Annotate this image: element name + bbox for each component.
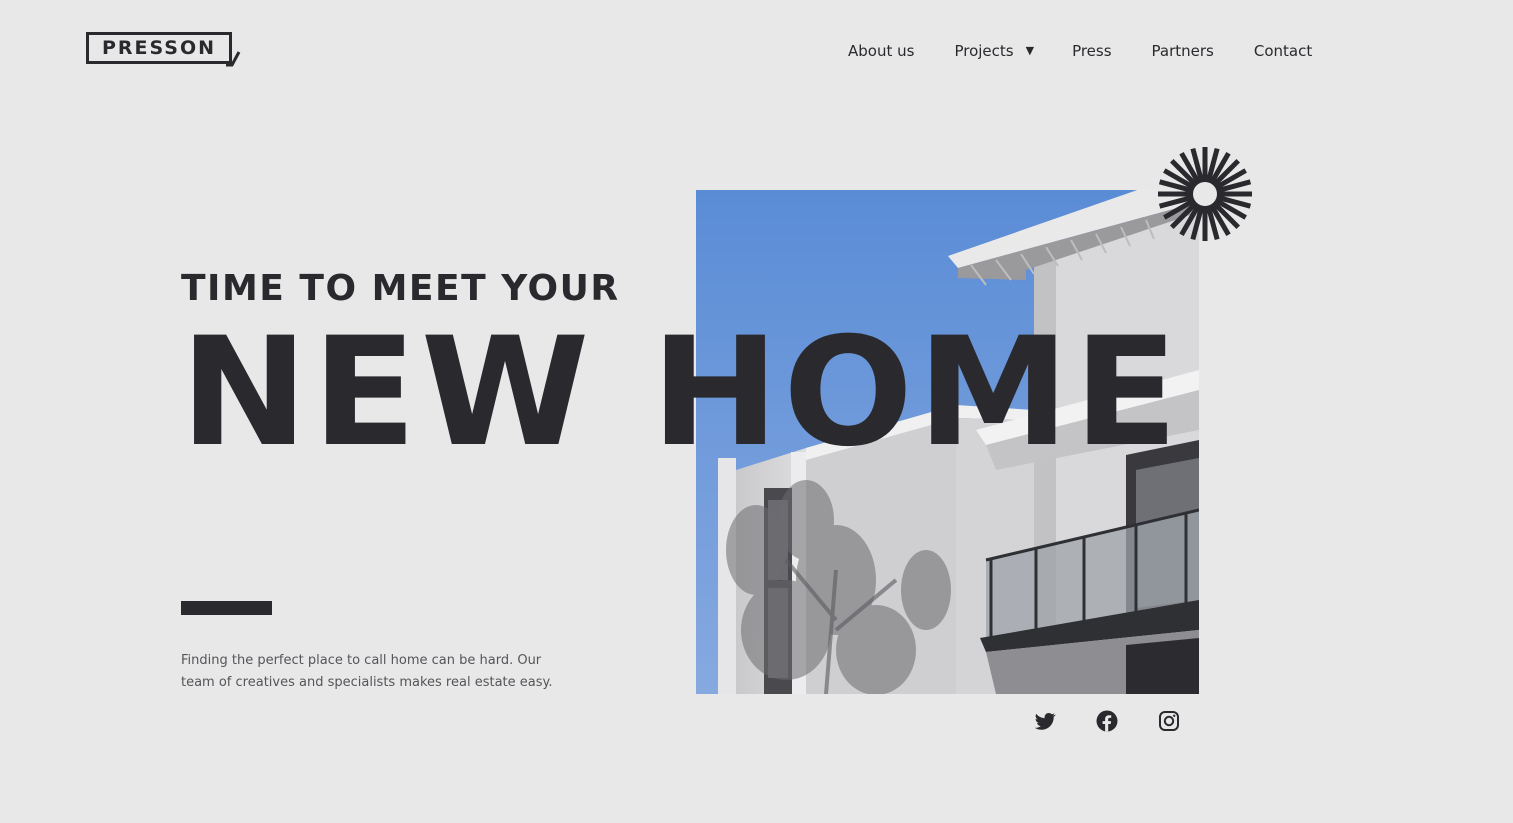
hero-kicker: TIME TO MEET YOUR <box>181 268 620 309</box>
landing-page: PRESSON About us Projects ▼ Press Partne… <box>0 0 1513 823</box>
twitter-icon[interactable] <box>1033 709 1057 733</box>
hero-headline: NEW HOME <box>180 306 1183 480</box>
social-links <box>1033 709 1181 733</box>
main-nav: About us Projects ▼ Press Partners Conta… <box>848 40 1312 62</box>
nav-item-press[interactable]: Press <box>1072 40 1111 62</box>
brand-logo[interactable]: PRESSON <box>86 32 241 67</box>
nav-item-projects-label: Projects <box>954 42 1014 60</box>
logo-tail-shape <box>226 51 241 67</box>
hero-description: Finding the perfect place to call home c… <box>181 653 553 690</box>
caret-down-icon: ▼ <box>1025 44 1035 57</box>
instagram-icon[interactable] <box>1157 709 1181 733</box>
accent-divider <box>181 601 272 615</box>
nav-item-partners[interactable]: Partners <box>1152 40 1214 62</box>
nav-item-about-us[interactable]: About us <box>848 40 914 62</box>
nav-item-contact[interactable]: Contact <box>1254 40 1312 62</box>
nav-item-projects[interactable]: Projects ▼ <box>954 40 1034 62</box>
brand-name: PRESSON <box>101 37 217 59</box>
starburst-icon <box>1158 147 1252 241</box>
facebook-icon[interactable] <box>1095 709 1119 733</box>
